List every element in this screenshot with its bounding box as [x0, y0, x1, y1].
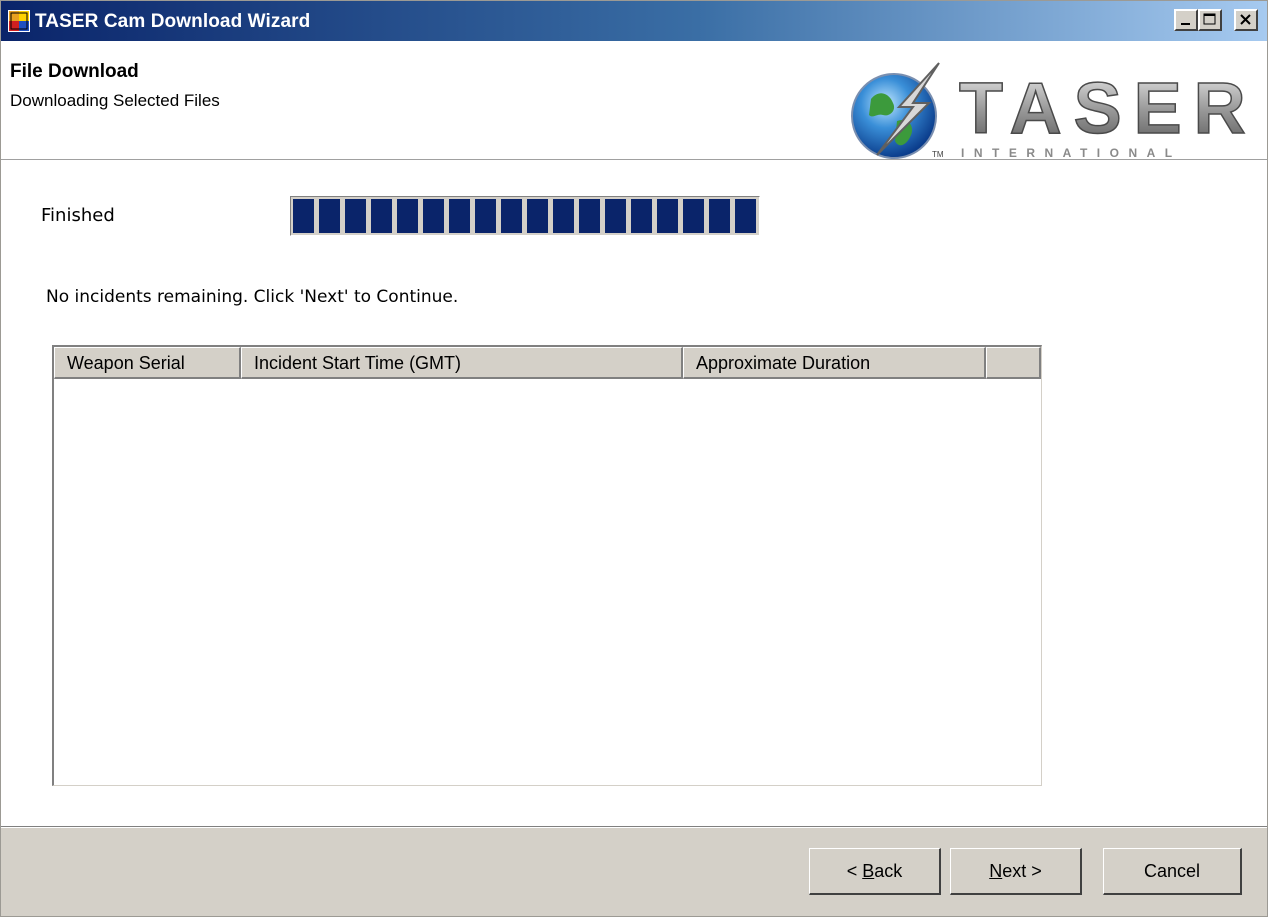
column-incident-start-time[interactable]: Incident Start Time (GMT): [241, 347, 683, 379]
minimize-button[interactable]: [1174, 9, 1198, 31]
column-weapon-serial[interactable]: Weapon Serial: [54, 347, 241, 379]
progress-fill: [293, 199, 756, 233]
wizard-header: File Download Downloading Selected Files: [1, 41, 1267, 159]
taser-logo: TM TASER INTERNATIONAL: [851, 62, 1258, 159]
progress-block: [475, 199, 496, 233]
page-subtitle: Downloading Selected Files: [10, 91, 220, 110]
back-button-prefix: <: [846, 860, 863, 881]
progress-block: [579, 199, 600, 233]
status-message: No incidents remaining. Click 'Next' to …: [46, 287, 459, 307]
incident-list[interactable]: Weapon Serial Incident Start Time (GMT) …: [52, 345, 1042, 786]
svg-text:TM: TM: [932, 150, 944, 159]
progress-block: [631, 199, 652, 233]
minimize-icon: [1181, 23, 1190, 25]
progress-block: [449, 199, 470, 233]
progress-block: [293, 199, 314, 233]
next-button-rest: ext >: [1002, 860, 1042, 881]
progress-block: [527, 199, 548, 233]
back-button-mnemonic: B: [862, 860, 875, 881]
column-approximate-duration[interactable]: Approximate Duration: [683, 347, 986, 379]
progress-block: [397, 199, 418, 233]
incident-list-header: Weapon Serial Incident Start Time (GMT) …: [54, 347, 1041, 379]
download-progress-bar: [290, 196, 760, 236]
progress-block: [657, 199, 678, 233]
status-label: Finished: [41, 205, 115, 226]
wizard-window: TASER Cam Download Wizard File Download …: [0, 0, 1268, 917]
page-title: File Download: [10, 61, 139, 82]
progress-block: [371, 199, 392, 233]
maximize-button[interactable]: [1198, 9, 1222, 31]
progress-block: [501, 199, 522, 233]
app-icon[interactable]: [8, 10, 30, 32]
progress-block: [735, 199, 756, 233]
title-bar[interactable]: TASER Cam Download Wizard: [1, 1, 1267, 41]
column-filler[interactable]: [986, 347, 1041, 379]
cancel-button[interactable]: Cancel: [1103, 848, 1242, 895]
logo-tagline: INTERNATIONAL: [961, 146, 1182, 159]
close-button[interactable]: [1234, 9, 1258, 31]
progress-block: [683, 199, 704, 233]
window-title: TASER Cam Download Wizard: [35, 11, 311, 32]
progress-block: [319, 199, 340, 233]
close-icon: [1240, 14, 1251, 25]
progress-block: [345, 199, 366, 233]
next-button[interactable]: Next >: [950, 848, 1082, 895]
back-button-rest: ack: [874, 860, 903, 881]
progress-block: [709, 199, 730, 233]
next-button-mnemonic: N: [989, 860, 1003, 881]
progress-block: [605, 199, 626, 233]
progress-block: [553, 199, 574, 233]
back-button[interactable]: < Back: [809, 848, 941, 895]
maximize-icon: [1203, 13, 1216, 25]
header-divider: [1, 159, 1267, 161]
progress-block: [423, 199, 444, 233]
logo-word: TASER: [959, 69, 1258, 149]
